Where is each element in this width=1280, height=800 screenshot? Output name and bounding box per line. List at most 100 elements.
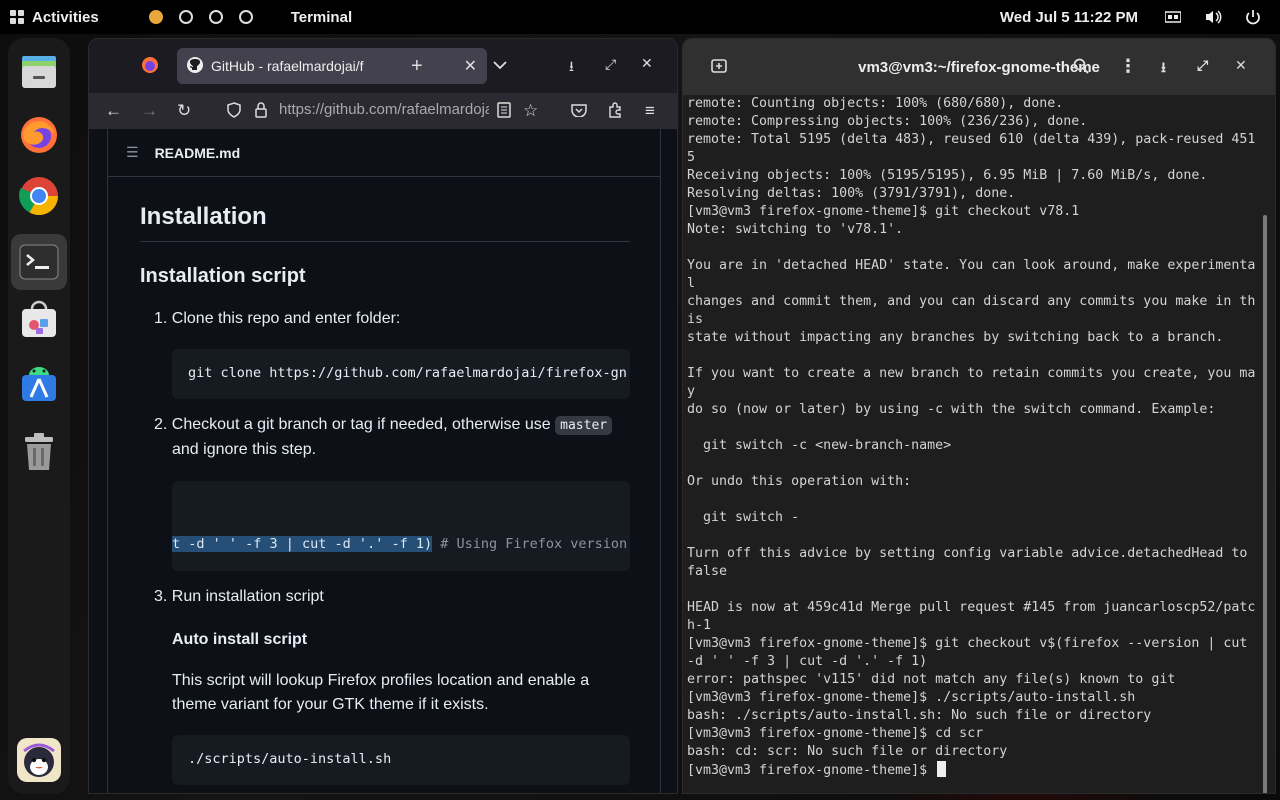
top-bar: Activities Terminal Wed Jul 5 11:22 PM: [0, 0, 1280, 34]
focused-app-name[interactable]: Terminal: [291, 9, 352, 26]
terminal-line: state without impacting any branches by …: [687, 330, 1224, 345]
selected-text: t -d ' ' -f 3 | cut -d '.' -f 1): [172, 536, 433, 552]
terminal-window[interactable]: vm3@vm3:~/firefox-gnome-theme ⋮ ⭳ ⤢ ✕ re…: [682, 38, 1276, 794]
inline-code-master: master: [555, 416, 613, 435]
url-bar[interactable]: https://github.com/rafaelmardojai/firefo…: [279, 101, 489, 118]
terminal-prompt-line[interactable]: [vm3@vm3 firefox-gnome-theme]$: [687, 761, 1263, 779]
terminal-line: Resolving deltas: 100% (3791/3791), done…: [687, 186, 1016, 201]
new-tab-button[interactable]: +: [411, 55, 423, 78]
navigation-bar: ← → ↻ https://github.com/rafaelmardojai/…: [89, 93, 677, 129]
terminal-cursor: [937, 761, 947, 777]
dock: [8, 38, 70, 794]
tab-github[interactable]: GitHub - rafaelmardojai/f ✕: [177, 48, 487, 84]
lock-icon[interactable]: [255, 102, 267, 123]
auto-install-paragraph-line-2: theme variant for your GTK theme if it e…: [172, 696, 489, 713]
volume-icon[interactable]: [1204, 9, 1222, 25]
terminal-line: is: [687, 312, 704, 327]
minimize-icon[interactable]: ⭳: [1161, 57, 1166, 81]
readme-header: ☰ README.md: [108, 129, 660, 177]
code-checkout-line: t -d ' ' -f 3 | cut -d '.' -f 1) # Using…: [172, 536, 627, 552]
terminal-line: remote: Counting objects: 100% (680/680)…: [687, 96, 1064, 111]
close-icon[interactable]: ✕: [1235, 57, 1247, 74]
code-block-auto-install[interactable]: ./scripts/auto-install.sh: [172, 735, 630, 785]
search-icon[interactable]: [1073, 58, 1089, 78]
activities-icon: [10, 10, 24, 24]
maximize-icon[interactable]: ⤢: [605, 56, 616, 73]
heading-installation: Installation: [140, 203, 267, 230]
heading-installation-script: Installation script: [140, 265, 306, 287]
workspace-dot[interactable]: [208, 10, 223, 24]
chrome-icon[interactable]: [15, 172, 63, 220]
app-menu-icon[interactable]: ≡: [645, 101, 655, 121]
network-icon[interactable]: [1164, 9, 1182, 25]
terminal-line: [vm3@vm3 firefox-gnome-theme]$ git check…: [687, 636, 1248, 651]
extensions-icon[interactable]: [607, 102, 623, 123]
activities-button[interactable]: Activities: [0, 9, 99, 26]
terminal-line: y: [687, 384, 696, 399]
menu-kebab-icon[interactable]: ⋮: [1119, 56, 1137, 77]
terminal-icon[interactable]: [11, 234, 67, 290]
trash-icon[interactable]: [15, 428, 63, 476]
outline-list-icon[interactable]: ☰: [126, 144, 139, 161]
terminal-line: changes and commit them, and you can dis…: [687, 294, 1256, 309]
download-icon[interactable]: ⭳: [569, 56, 574, 80]
step-2-part-a: 2. Checkout a git branch or tag if neede…: [154, 416, 551, 433]
terminal-line: remote: Compressing objects: 100% (236/2…: [687, 114, 1088, 129]
terminal-line: Receiving objects: 100% (5195/5195), 6.9…: [687, 168, 1208, 183]
terminal-line: [vm3@vm3 firefox-gnome-theme]$ git check…: [687, 204, 1080, 219]
terminal-line: l: [687, 276, 696, 291]
list-all-tabs-icon[interactable]: [493, 55, 507, 75]
terminal-line: Turn off this advice by setting config v…: [687, 546, 1248, 561]
maximize-icon[interactable]: ⤢: [1197, 57, 1208, 74]
tracking-shield-icon[interactable]: [227, 102, 241, 123]
workspace-indicator[interactable]: [148, 10, 253, 24]
power-icon[interactable]: [1244, 9, 1262, 25]
code-comment: # Using Firefox version: [432, 536, 628, 552]
firefox-icon[interactable]: [15, 110, 63, 158]
clock[interactable]: Wed Jul 5 11:22 PM: [1000, 9, 1138, 26]
firefox-window[interactable]: GitHub - rafaelmardojai/f ✕ + ⭳ ⤢ ✕ ← → …: [88, 38, 678, 794]
workspace-dot[interactable]: [238, 10, 253, 24]
new-tab-icon[interactable]: [711, 59, 727, 77]
reload-icon[interactable]: ↻: [177, 101, 191, 121]
terminal-line: h-1: [687, 618, 712, 633]
terminal-line: You are in 'detached HEAD' state. You ca…: [687, 258, 1256, 273]
pocket-icon[interactable]: [571, 102, 587, 122]
heading-divider: [140, 241, 630, 242]
software-icon[interactable]: [15, 296, 63, 344]
code-block-checkout[interactable]: t -d ' ' -f 3 | cut -d '.' -f 1) # Using…: [172, 481, 630, 571]
firefox-view-icon[interactable]: [141, 56, 159, 79]
window-close-icon[interactable]: ✕: [641, 55, 653, 72]
step-2-text: 2. Checkout a git branch or tag if neede…: [154, 413, 624, 462]
readme-filename: README.md: [154, 144, 241, 161]
github-icon: [187, 56, 203, 76]
step-3-text: 3. Run installation script: [154, 588, 324, 605]
android-studio-icon[interactable]: [15, 358, 63, 406]
terminal-line: HEAD is now at 459c41d Merge pull reques…: [687, 600, 1256, 615]
back-icon[interactable]: ←: [105, 101, 122, 121]
workspace-dot-active[interactable]: [148, 10, 163, 24]
auto-install-paragraph-line-1: This script will lookup Firefox profiles…: [172, 672, 590, 689]
terminal-line: false: [687, 564, 728, 579]
terminal-output[interactable]: remote: Counting objects: 100% (680/680)…: [687, 95, 1263, 779]
terminal-line: error: pathspec 'v115' did not match any…: [687, 672, 1176, 687]
terminal-line: bash: ./scripts/auto-install.sh: No such…: [687, 708, 1152, 723]
app-grid-icon[interactable]: [15, 736, 63, 784]
terminal-line: If you want to create a new branch to re…: [687, 366, 1256, 381]
bookmark-star-icon[interactable]: ☆: [523, 101, 538, 121]
forward-icon[interactable]: →: [141, 101, 158, 121]
workspace-dot[interactable]: [178, 10, 193, 24]
terminal-line: [vm3@vm3 firefox-gnome-theme]$ ./scripts…: [687, 690, 1136, 705]
tab-close-icon[interactable]: ✕: [464, 56, 477, 76]
files-icon[interactable]: [15, 48, 63, 96]
reader-view-icon[interactable]: [497, 102, 511, 123]
code-block-clone[interactable]: git clone https://github.com/rafaelmardo…: [172, 349, 630, 399]
terminal-scrollbar[interactable]: [1263, 215, 1267, 793]
step-2-part-b: and ignore this step.: [172, 441, 317, 458]
